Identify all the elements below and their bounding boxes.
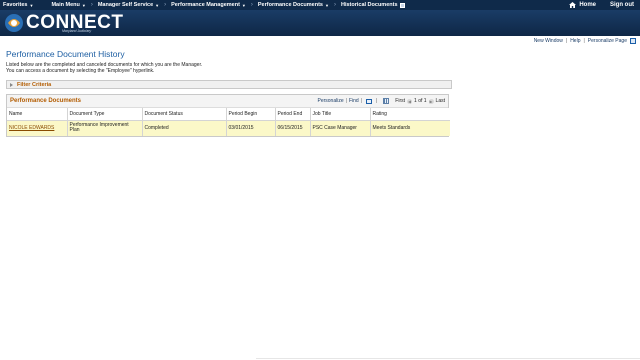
view-all-icon[interactable] [365, 98, 372, 104]
table-header-row: Name Document Type Document Status Perio… [7, 108, 450, 121]
divider [256, 358, 640, 359]
download-spreadsheet-icon[interactable] [383, 98, 390, 104]
chevron-down-icon: ▼ [29, 2, 34, 8]
row-range: 1 of 1 [414, 98, 427, 104]
top-navigation-bar: Favorites ▼ Main Menu ▼ › Manager Self Ser… [0, 0, 640, 10]
column-header-rating[interactable]: Rating [370, 108, 450, 121]
column-header-period-begin[interactable]: Period Begin [226, 108, 276, 121]
cell-period-end: 06/15/2015 [275, 120, 311, 136]
new-window-link[interactable]: New Window [534, 38, 563, 44]
help-link[interactable]: Help [570, 38, 580, 44]
nav-favorites[interactable]: Favorites ▼ [0, 2, 36, 8]
next-icon[interactable]: ▶ [428, 98, 434, 104]
home-link[interactable]: Home [561, 2, 604, 8]
expand-arrow-icon[interactable] [10, 82, 13, 87]
chevron-down-icon: ▼ [241, 2, 246, 8]
chevron-down-icon: ▼ [325, 2, 329, 8]
column-header-document-type[interactable]: Document Type [67, 108, 143, 121]
cell-rating: Meets Standards [370, 120, 450, 136]
utility-links: New Window | Help | Personalize Page [534, 38, 636, 44]
instructions: Listed below are the completed and cance… [6, 62, 202, 74]
employee-link[interactable]: NICOLE EDWARDS [9, 125, 54, 131]
home-icon [569, 2, 577, 8]
cell-document-status: Completed [142, 120, 227, 136]
nav-performance-management[interactable]: Performance Management ▼ [168, 2, 249, 8]
filter-criteria-label[interactable]: Filter Criteria [17, 82, 51, 88]
cell-document-type: Performance Improvement Plan [67, 120, 143, 136]
page-title: Performance Document History [6, 49, 125, 59]
grid-title: Performance Documents [10, 98, 82, 104]
grid-tools: Personalize | Find | | First ◀ 1 of 1 ▶ … [317, 98, 445, 104]
grid-header: Performance Documents Personalize | Find… [7, 95, 448, 108]
documents-table: Name Document Type Document Status Perio… [7, 108, 450, 136]
column-header-name[interactable]: Name [7, 108, 68, 121]
previous-icon[interactable]: ◀ [407, 98, 413, 104]
instructions-line-2: You can access a document by selecting t… [6, 68, 155, 74]
connect-logo-icon [5, 14, 23, 32]
divider: | [375, 98, 378, 104]
sign-out-link[interactable]: Sign out [604, 2, 640, 8]
document-icon [399, 2, 405, 8]
logo-subtitle: Maryland Judiciary [62, 29, 92, 33]
divider: | [565, 38, 568, 44]
column-header-period-end[interactable]: Period End [275, 108, 311, 121]
cell-job-title: PSC Case Manager [310, 120, 371, 136]
performance-documents-grid: Performance Documents Personalize | Find… [6, 94, 450, 137]
filter-criteria-section[interactable]: Filter Criteria [6, 80, 452, 89]
divider: | [360, 98, 362, 104]
column-header-job-title[interactable]: Job Title [310, 108, 371, 121]
cell-name: NICOLE EDWARDS [7, 120, 68, 136]
chevron-down-icon: ▼ [155, 2, 160, 8]
table-row: NICOLE EDWARDS Performance Improvement P… [7, 120, 450, 136]
nav-manager-self-service[interactable]: Manager Self Service ▼ [95, 2, 162, 8]
chevron-down-icon: ▼ [81, 2, 86, 8]
last-link[interactable]: Last [436, 98, 445, 104]
personalize-page-link[interactable]: Personalize Page [588, 38, 627, 44]
column-header-document-status[interactable]: Document Status [142, 108, 227, 121]
personalize-link[interactable]: Personalize [317, 98, 343, 104]
nav-performance-documents[interactable]: Performance Documents ▼ [255, 2, 332, 8]
divider: | [345, 98, 347, 104]
cell-period-begin: 03/01/2015 [226, 120, 276, 136]
header-banner: CONNECT Maryland Judiciary [0, 10, 640, 36]
page-options-icon[interactable] [630, 38, 636, 44]
nav-historical-documents[interactable]: Historical Documents [338, 2, 408, 8]
divider: | [583, 38, 585, 44]
find-link[interactable]: Find [349, 98, 359, 104]
first-link[interactable]: First [395, 98, 405, 104]
nav-main-menu[interactable]: Main Menu ▼ [48, 2, 88, 8]
